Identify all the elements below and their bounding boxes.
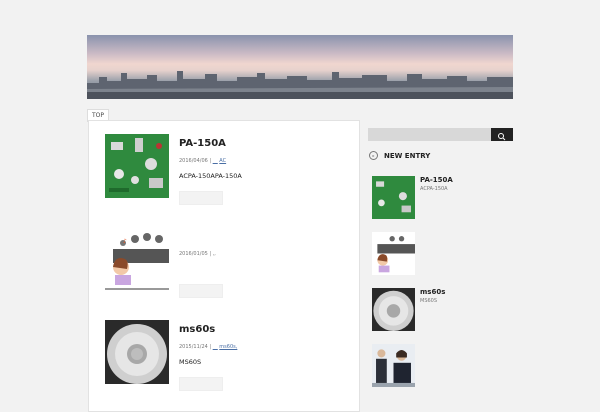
search-button[interactable] [491,128,513,141]
new-entry-heading: ▸ NEW ENTRY [369,151,430,160]
circle-arrow-icon: ▸ [369,151,378,160]
city-skyline [87,71,513,99]
post-thumbnail-illustration[interactable]: ♪ [105,227,169,291]
read-more-button[interactable] [179,377,223,391]
entry-excerpt: ACPA-150A [420,186,448,192]
post-excerpt: ACPA-150APA-150A [179,172,242,180]
post-date: 2016/04/06 [179,158,208,164]
svg-text:♪: ♪ [123,238,127,245]
entry-thumbnail-illustration[interactable] [372,232,415,275]
entry-thumbnail-circuit-board[interactable] [372,176,415,219]
entry-thumbnail-speaker[interactable] [372,288,415,331]
post-date: 2015/11/24 [179,344,208,350]
post-category-link[interactable]: ms60s, [219,344,237,350]
read-more-button[interactable] [179,191,223,205]
entry-thumbnail-business-people[interactable] [372,344,415,387]
post-thumbnail-circuit-board[interactable] [105,134,169,198]
sidebar-search [368,128,513,141]
post-excerpt: MS60S [179,358,202,366]
entry-title[interactable]: ms60s [420,288,445,296]
main-content: PA-150A 2016/04/06 | __ AC ACPA-150APA-1… [88,120,360,412]
entry-excerpt: MS60S [420,298,438,304]
post-meta: 2016/01/05 | ,, [179,251,216,257]
read-more-button[interactable] [179,284,223,298]
post-meta: 2015/11/24 | __ ms60s, [179,344,238,350]
post-category-link[interactable]: ,, [213,251,216,257]
header-image [87,35,513,99]
search-icon [498,133,506,141]
post-thumbnail-speaker[interactable] [105,320,169,384]
post-meta: 2016/04/06 | __ AC [179,158,227,164]
post-category-prefix[interactable]: __ [213,344,218,350]
entry-title[interactable]: PA-150A [420,176,453,184]
search-input[interactable] [368,128,491,141]
post-date: 2016/01/05 [179,251,208,257]
post-category-link[interactable]: AC [219,158,226,164]
top-nav: TOP [87,102,110,122]
post-title[interactable]: PA-150A [179,138,226,149]
post-title[interactable]: ms60s [179,324,215,335]
post-category-prefix[interactable]: __ [213,158,218,164]
